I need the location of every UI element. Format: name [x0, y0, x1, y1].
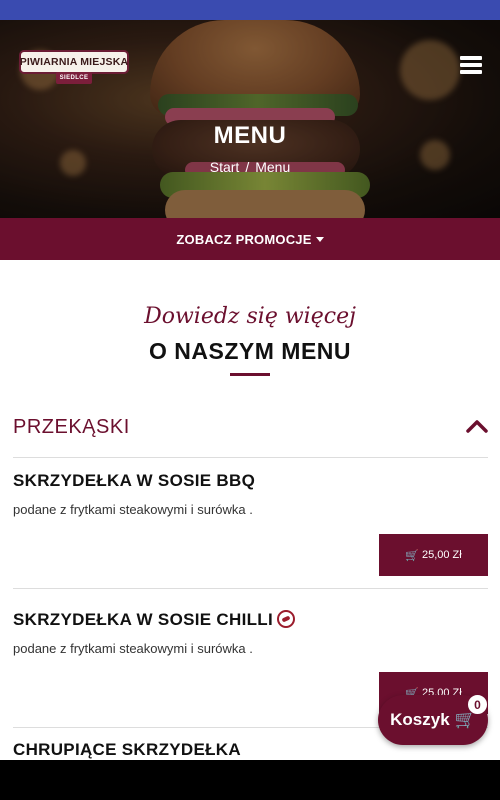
- menu-item-title: SKRZYDEŁKA W SOSIE BBQ: [13, 471, 256, 490]
- page-title: MENU: [213, 122, 287, 149]
- cart-count-badge: 0: [467, 694, 488, 715]
- promotions-dropdown-button[interactable]: ZOBACZ PROMOCJE: [0, 218, 500, 260]
- menu-item-title: CHRUPIĄCE SKRZYDEŁKA: [13, 740, 241, 759]
- caret-down-icon: [315, 236, 324, 242]
- logo-subplate: SIEDLCE: [56, 72, 92, 84]
- status-bar: [0, 0, 500, 20]
- heading-underline: [230, 373, 270, 376]
- breadcrumb-home-link[interactable]: Start: [210, 159, 240, 175]
- menu-item-description: podane z frytkami steakowymi i surówka .: [13, 641, 253, 656]
- breadcrumb: Start / Menu: [0, 159, 500, 175]
- divider: [13, 457, 488, 458]
- intro-script-text: Dowiedz się więcej: [144, 304, 356, 329]
- menu-item-title: SKRZYDEŁKA W SOSIE CHILLI: [13, 609, 295, 630]
- category-title[interactable]: PRZEKĄSKI: [13, 416, 130, 439]
- cart-icon: 🛒: [405, 549, 419, 562]
- logo-text: PIWIARNIA MIEJSKA: [19, 56, 129, 68]
- cart-label: Koszyk: [390, 710, 450, 729]
- promotions-label: ZOBACZ PROMOCJE: [176, 231, 312, 247]
- logo-subtext: SIEDLCE: [59, 75, 89, 81]
- section-heading: O NASZYM MENU: [149, 338, 351, 364]
- chili-pepper-icon: [277, 609, 295, 628]
- hamburger-menu-icon[interactable]: [460, 56, 482, 74]
- divider: [13, 588, 488, 589]
- site-logo[interactable]: PIWIARNIA MIEJSKA SIEDLCE: [19, 50, 129, 86]
- price-label: 25,00 Zł: [421, 549, 462, 561]
- menu-content: Dowiedz się więcej O NASZYM MENU PRZEKĄS…: [0, 260, 500, 760]
- menu-item-description: podane z frytkami steakowymi i surówka .: [13, 502, 253, 517]
- menu-item-title-text: SKRZYDEŁKA W SOSIE CHILLI: [13, 610, 273, 629]
- system-nav-bar: [0, 760, 500, 800]
- chevron-up-icon[interactable]: [465, 418, 489, 434]
- breadcrumb-separator: /: [245, 159, 250, 175]
- logo-plate: PIWIARNIA MIEJSKA: [19, 50, 129, 74]
- add-to-cart-button[interactable]: 🛒 25,00 Zł: [379, 534, 488, 576]
- breadcrumb-current: Menu: [255, 159, 291, 175]
